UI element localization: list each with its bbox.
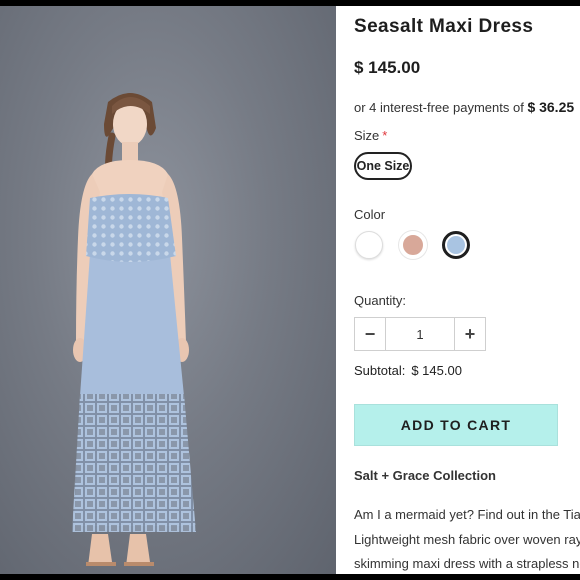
product-details: Seasalt Maxi Dress $ 145.00 or 4 interes…: [336, 6, 580, 574]
product-title: Seasalt Maxi Dress: [354, 16, 534, 37]
collection-title: Salt + Grace Collection: [354, 468, 496, 483]
increment-button[interactable]: +: [455, 318, 485, 350]
product-description: Am I a mermaid yet? Find out in the Tian…: [354, 503, 580, 574]
color-swatch-blush[interactable]: [399, 231, 427, 259]
installments-note: or 4 interest-free payments of $ 36.25: [354, 99, 574, 115]
description-line: skimming maxi dress with a strapless ne: [354, 556, 580, 571]
quantity-label: Quantity:: [354, 293, 407, 308]
installment-amount: $ 36.25: [527, 99, 575, 115]
size-label-text: Size: [354, 128, 380, 143]
subtotal-value: $ 145.00: [411, 363, 462, 378]
required-marker: *: [382, 128, 388, 143]
color-swatch-white[interactable]: [355, 231, 383, 259]
subtotal: Subtotal: $ 145.00: [354, 363, 462, 378]
subtotal-label: Subtotal:: [354, 363, 406, 378]
product-page: Seasalt Maxi Dress $ 145.00 or 4 interes…: [0, 6, 580, 574]
quantity-input[interactable]: 1: [385, 318, 455, 350]
color-swatch-blue-selected[interactable]: [442, 231, 470, 259]
size-label: Size *: [354, 128, 387, 143]
size-option-one-size[interactable]: One Size: [354, 152, 412, 180]
description-line: Am I a mermaid yet? Find out in the Tian: [354, 507, 580, 522]
decrement-button[interactable]: −: [355, 318, 385, 350]
model-illustration: [72, 93, 196, 566]
product-photo[interactable]: [0, 6, 336, 574]
product-price: $ 145.00: [354, 58, 421, 77]
installments-text: or 4 interest-free payments of: [354, 100, 524, 115]
color-label: Color: [354, 207, 386, 222]
description-line: Lightweight mesh fabric over woven rayo: [354, 531, 580, 547]
add-to-cart-button[interactable]: ADD TO CART: [354, 404, 558, 446]
quantity-stepper: − 1 +: [354, 317, 486, 351]
